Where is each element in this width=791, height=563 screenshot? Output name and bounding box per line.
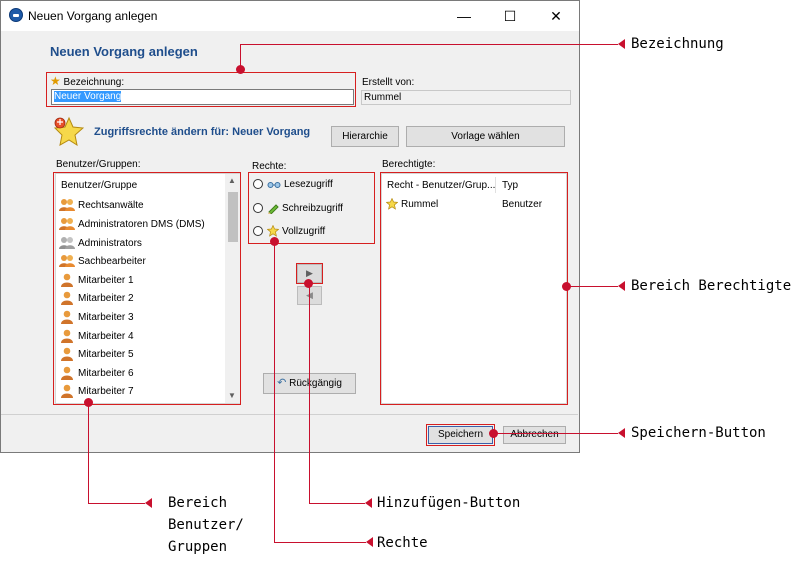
zugriffsrechte-text: Zugriffsrechte ändern für: Neuer Vorgang	[94, 126, 311, 138]
maximize-button[interactable]: ☐	[487, 1, 533, 31]
label-benutzer-3: Gruppen	[168, 539, 228, 555]
callout-arrow-icon	[366, 537, 373, 547]
label-hinzufuegen: Hinzufügen-Button	[377, 495, 521, 511]
berechtigte-label: Berechtigte:	[382, 159, 436, 170]
abbrechen-button[interactable]: Abbrechen	[503, 426, 566, 444]
highlight-rechte	[248, 172, 375, 244]
callout-line	[274, 542, 366, 543]
label-bezeichnung: Bezeichnung	[631, 36, 724, 52]
label-speichern: Speichern-Button	[631, 425, 766, 441]
hierarchie-button[interactable]: Hierarchie	[331, 126, 399, 147]
dialog-heading: Neuen Vorgang anlegen	[50, 44, 198, 59]
callout-arrow-icon	[365, 498, 372, 508]
permissions-star-icon	[53, 116, 84, 146]
callout-line	[88, 503, 145, 504]
callout-arrow-icon	[618, 428, 625, 438]
window-title: Neuen Vorgang anlegen	[28, 9, 158, 23]
app-logo-icon	[9, 8, 23, 22]
minimize-button[interactable]: —	[441, 1, 487, 31]
callout-arrow-icon	[618, 281, 625, 291]
label-berechtigte: Bereich Berechtigte	[631, 278, 791, 294]
callout-line	[566, 286, 618, 287]
callout-line	[88, 402, 89, 504]
title-bar[interactable]: Neuen Vorgang anlegen — ☐ ✕	[1, 1, 579, 31]
callout-line	[309, 503, 365, 504]
callout-line	[494, 433, 618, 434]
callout-arrow-icon	[145, 498, 152, 508]
vorlage-waehlen-button[interactable]: Vorlage wählen	[406, 126, 565, 147]
erstellt-value: Rummel	[361, 90, 571, 105]
callout-dot	[236, 65, 245, 74]
close-button[interactable]: ✕	[533, 1, 579, 31]
callout-arrow-icon	[618, 39, 625, 49]
callout-dot	[489, 429, 498, 438]
highlight-speichern	[426, 424, 495, 446]
undo-icon: ↶	[277, 377, 287, 389]
label-benutzer-1: Bereich	[168, 495, 228, 511]
callout-line	[274, 241, 275, 543]
highlight-berechtigte	[380, 172, 568, 405]
rueckgaengig-label: Rückgängig	[289, 378, 342, 389]
callout-line	[240, 44, 618, 45]
callout-dot	[562, 282, 571, 291]
highlight-bezeichnung	[46, 72, 356, 107]
highlight-benutzer	[53, 172, 241, 405]
benutzer-gruppen-label: Benutzer/Gruppen:	[56, 159, 141, 170]
callout-line	[309, 283, 310, 504]
label-rechte: Rechte	[377, 535, 428, 551]
rechte-label: Rechte:	[252, 161, 287, 172]
label-benutzer-2: Benutzer/	[168, 517, 244, 533]
erstellt-label: Erstellt von:	[362, 77, 415, 88]
